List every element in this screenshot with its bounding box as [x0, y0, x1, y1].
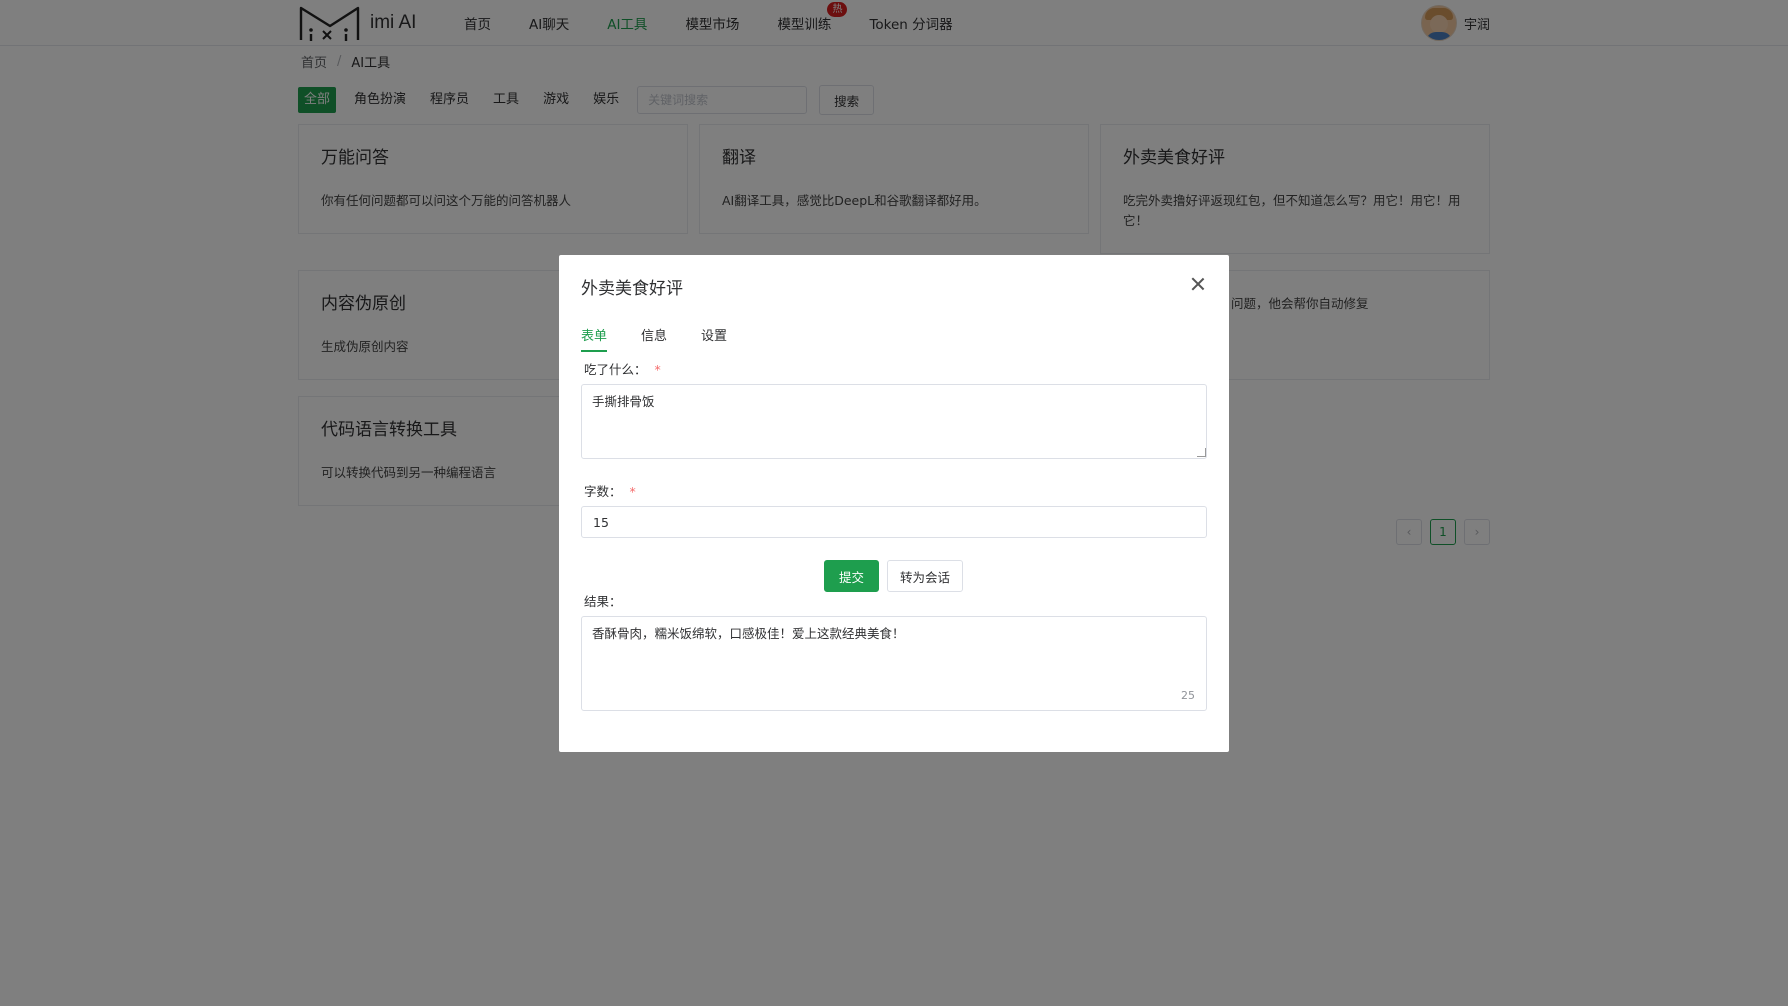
- result-label: 结果：: [584, 594, 622, 609]
- tool-dialog: 外卖美食好评 表单 信息 设置 吃了什么：* 手撕排骨饭 字数：* 提交 转为会…: [559, 255, 1229, 752]
- field-wordcount-label: 字数： *: [584, 484, 636, 499]
- food-textarea[interactable]: 手撕排骨饭: [581, 384, 1207, 459]
- page: imi AI 首页 AI聊天 AI工具 模型市场 模型训练 热 Token 分词…: [0, 0, 1788, 1006]
- convert-to-chat-button[interactable]: 转为会话: [887, 560, 964, 592]
- result-char-count: 25: [1181, 689, 1195, 702]
- close-icon[interactable]: [1189, 275, 1207, 293]
- submit-button[interactable]: 提交: [824, 560, 880, 592]
- required-mark: *: [629, 484, 636, 499]
- wordcount-input[interactable]: [581, 506, 1207, 538]
- field-food-label: 吃了什么： *: [584, 362, 661, 377]
- tab-settings[interactable]: 设置: [701, 325, 727, 352]
- dialog-tabs: 表单 信息 设置: [581, 325, 761, 352]
- resize-handle-icon[interactable]: [1197, 448, 1206, 457]
- required-mark: *: [654, 362, 661, 377]
- dialog-title: 外卖美食好评: [581, 279, 683, 299]
- tab-form[interactable]: 表单: [581, 325, 608, 352]
- result-textarea[interactable]: 香酥骨肉，糯米饭绵软，口感极佳！爱上这款经典美食！: [581, 616, 1207, 711]
- tab-info[interactable]: 信息: [641, 325, 667, 352]
